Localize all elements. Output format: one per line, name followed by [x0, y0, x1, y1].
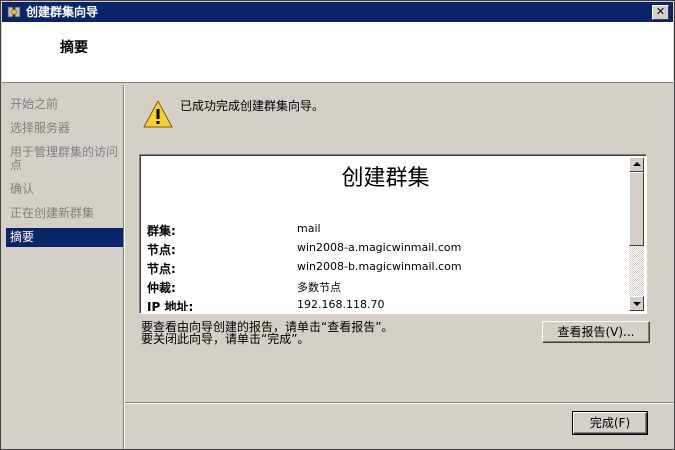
- report-row-label: IP 地址:: [147, 300, 194, 311]
- finish-button[interactable]: 完成(F): [572, 411, 648, 435]
- footer-divider-highlight: [125, 403, 673, 404]
- report-document: 创建群集 群集: mail 节点: win2008-a.magicwinmail.co…: [142, 157, 629, 311]
- report-heading: 创建群集: [341, 166, 430, 191]
- report-scrollbar[interactable]: [629, 157, 644, 311]
- report-table: 群集: mail 节点: win2008-a.magicwinmail.com 节点: w…: [147, 220, 627, 311]
- report-row: 节点: win2008-a.magicwinmail.com: [147, 239, 627, 258]
- view-report-button[interactable]: 查看报告(V)...: [542, 321, 650, 343]
- report-row-value: win2008-b.magicwinmail.com: [297, 260, 462, 273]
- sidebar-step-item: 摘要: [6, 228, 124, 247]
- report-row-value: 192.168.118.70: [297, 298, 385, 311]
- report-row-label: 群集:: [147, 224, 176, 238]
- cluster-app-icon: [7, 6, 21, 18]
- report-row-value: win2008-a.magicwinmail.com: [297, 241, 462, 254]
- scroll-down-button[interactable]: [629, 296, 644, 311]
- close-icon: ✕: [655, 5, 666, 18]
- report-row-value: 多数节点: [297, 281, 341, 294]
- hint-close-wizard: 要关闭此向导，请单击“完成”。: [141, 332, 310, 346]
- report-row-label: 仲裁:: [147, 281, 176, 295]
- report-row: IP 地址: 192.168.118.70: [147, 296, 627, 311]
- sidebar-step-item: 开始之前: [10, 97, 59, 111]
- wizard-header: 摘要: [2, 22, 673, 83]
- warning-icon: [143, 99, 173, 128]
- report-row: 群集: mail: [147, 220, 627, 239]
- report-row-label: 节点:: [147, 262, 176, 276]
- wizard-window: 创建群集向导 ✕ 摘要 开始之前选择服务器用于管理群集的访问点确认正在创建新群集…: [0, 0, 675, 450]
- close-button[interactable]: ✕: [652, 5, 669, 20]
- sidebar-step-item: 选择服务器: [10, 121, 71, 135]
- sidebar-step-item: 确认: [10, 182, 35, 196]
- scroll-up-button[interactable]: [629, 157, 644, 172]
- title-bar[interactable]: 创建群集向导 ✕: [2, 2, 673, 22]
- report-row: 节点: win2008-b.magicwinmail.com: [147, 258, 627, 277]
- success-message: 已成功完成创建群集向导。: [180, 99, 325, 113]
- sidebar-step-item: 正在创建新群集: [10, 206, 95, 220]
- arrow-down-icon: [633, 302, 641, 306]
- page-title: 摘要: [60, 40, 88, 56]
- report-viewer[interactable]: 创建群集 群集: mail 节点: win2008-a.magicwinmail.co…: [139, 154, 647, 314]
- wizard-steps-sidebar: 开始之前选择服务器用于管理群集的访问点确认正在创建新群集摘要: [2, 85, 124, 447]
- arrow-up-icon: [633, 162, 641, 166]
- sidebar-step-item: 用于管理群集的访问点: [10, 145, 119, 172]
- steps-list: 开始之前选择服务器用于管理群集的访问点确认正在创建新群集摘要: [6, 98, 124, 258]
- report-row-label: 节点:: [147, 243, 176, 257]
- scroll-track[interactable]: [629, 246, 644, 296]
- report-row-value: mail: [297, 222, 321, 235]
- scroll-thumb[interactable]: [629, 172, 644, 246]
- window-title: 创建群集向导: [26, 5, 99, 19]
- summary-content: 已成功完成创建群集向导。 创建群集 群集: mail 节点: win2008-a.ma…: [125, 85, 673, 447]
- report-row: 仲裁: 多数节点: [147, 277, 627, 296]
